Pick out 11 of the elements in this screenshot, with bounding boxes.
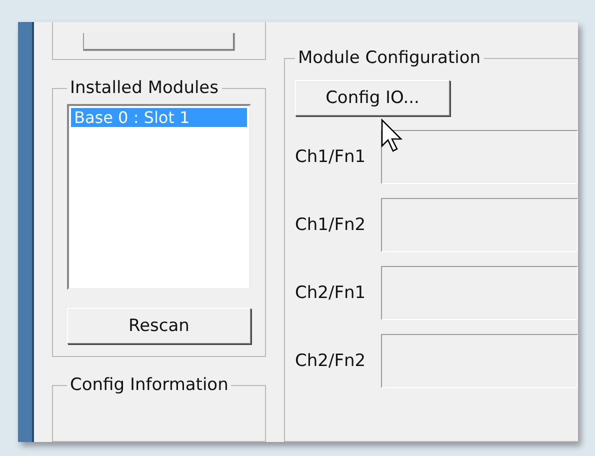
cut-off-button[interactable] — [83, 33, 235, 52]
channel-label: Ch2/Fn1 — [295, 283, 367, 303]
group-title: Installed Modules — [69, 78, 220, 98]
channel-label: Ch1/Fn2 — [295, 215, 367, 235]
mouse-pointer-icon — [380, 118, 404, 154]
channel-label: Ch1/Fn1 — [295, 147, 367, 167]
rescan-button[interactable]: Rescan — [67, 308, 251, 344]
config-io-button[interactable]: Config IO... — [295, 80, 450, 116]
group-title: Config Information — [69, 375, 230, 396]
group-title: Module Configuration — [297, 48, 482, 68]
channel-label: Ch2/Fn2 — [295, 351, 367, 371]
